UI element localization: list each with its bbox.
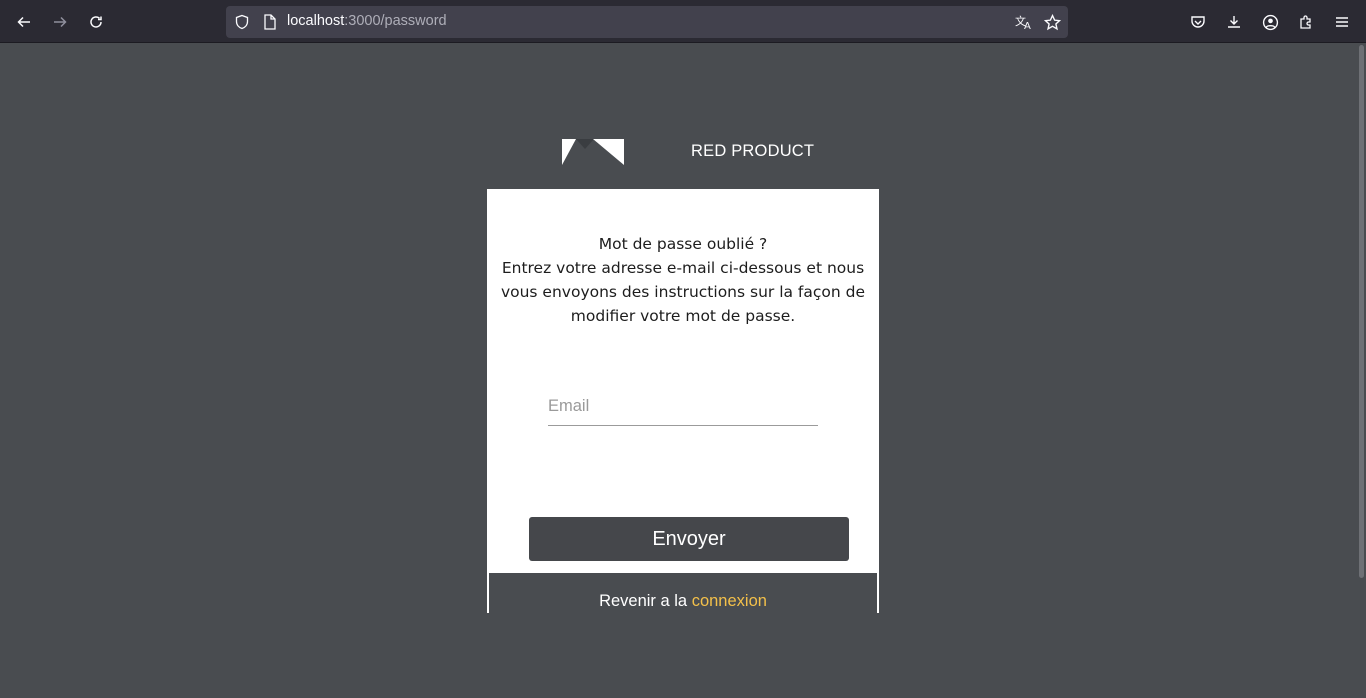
url-path: :3000/password	[344, 13, 447, 29]
brand-logo	[560, 137, 626, 167]
address-bar[interactable]: localhost:3000/password 文A	[226, 6, 1068, 38]
svg-text:A: A	[1024, 21, 1031, 30]
bookmark-star-icon[interactable]	[1040, 10, 1064, 34]
page-icon	[258, 10, 282, 34]
url-host: localhost	[287, 13, 345, 29]
menu-icon[interactable]	[1328, 8, 1356, 36]
page-scrollbar[interactable]	[1359, 45, 1364, 578]
pocket-icon[interactable]	[1184, 8, 1212, 36]
send-button[interactable]: Envoyer	[529, 517, 849, 561]
login-link[interactable]: connexion	[692, 592, 767, 610]
reload-icon[interactable]	[82, 8, 110, 36]
card-heading: Mot de passe oublié ?	[598, 235, 768, 253]
card-footer: Revenir a la connexion	[489, 573, 877, 613]
forward-arrow-icon[interactable]	[46, 8, 74, 36]
download-icon[interactable]	[1220, 8, 1248, 36]
card-instructions: Entrez votre adresse e-mail ci-dessous e…	[500, 259, 866, 325]
password-reset-card: Mot de passe oublié ? Entrez votre adres…	[487, 189, 879, 613]
footer-prefix: Revenir a la	[599, 592, 692, 610]
extensions-icon[interactable]	[1292, 8, 1320, 36]
url-text[interactable]: localhost:3000/password	[287, 13, 447, 29]
browser-toolbar: localhost:3000/password 文A	[0, 0, 1366, 43]
translate-icon[interactable]: 文A	[1012, 10, 1036, 34]
footer-text: Revenir a la connexion	[489, 592, 877, 611]
account-icon[interactable]	[1256, 8, 1284, 36]
card-text: Mot de passe oublié ? Entrez votre adres…	[487, 232, 879, 328]
shield-icon[interactable]	[230, 10, 254, 34]
back-arrow-icon[interactable]	[10, 8, 38, 36]
brand-name: RED PRODUCT	[691, 142, 815, 160]
email-input[interactable]	[548, 387, 818, 426]
